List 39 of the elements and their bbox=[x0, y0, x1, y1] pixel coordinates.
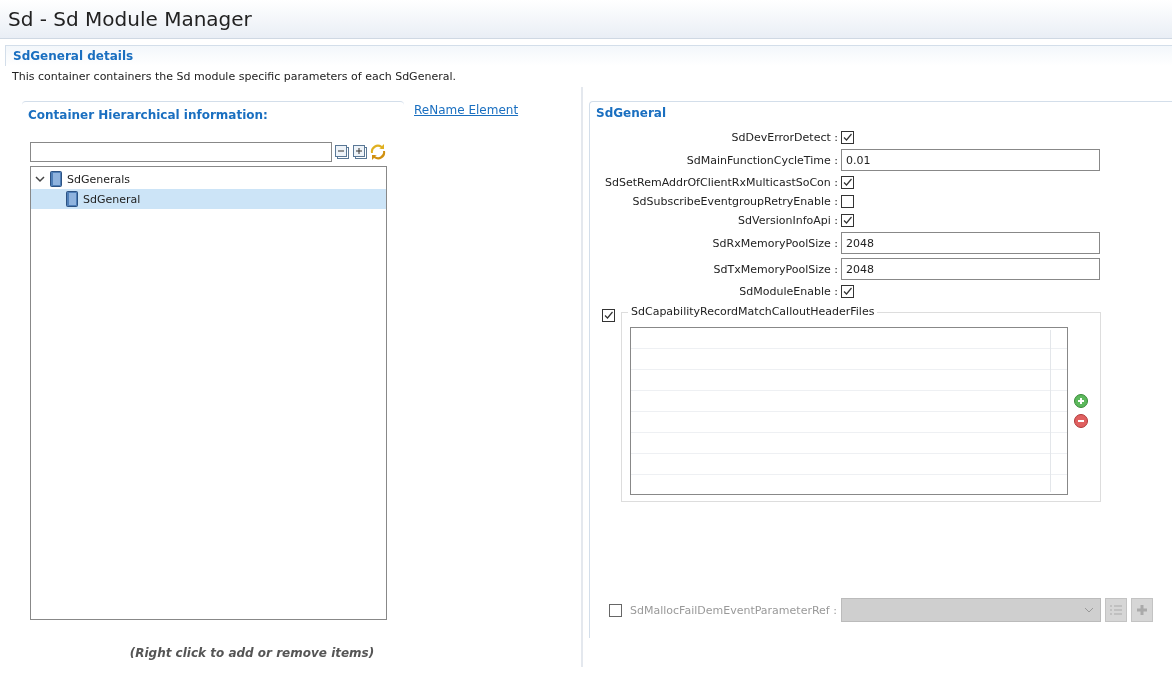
description-text: This container containers the Sd module specific parameters of each SdGeneral. bbox=[11, 69, 457, 85]
parameter-label: SdMallocFailDemEventParameterRef : bbox=[630, 603, 837, 617]
chevron-down-icon[interactable] bbox=[35, 174, 45, 184]
section-title: Container Hierarchical information: bbox=[28, 108, 268, 122]
checkbox[interactable] bbox=[841, 131, 854, 144]
document-icon bbox=[66, 191, 78, 207]
sync-icon[interactable] bbox=[370, 144, 386, 160]
document-icon bbox=[50, 171, 62, 187]
parameter-label: SdMainFunctionCycleTime : bbox=[685, 152, 838, 168]
expand-all-icon[interactable] bbox=[352, 144, 368, 160]
section-title: SdGeneral bbox=[596, 106, 668, 120]
parameter-label: SdModuleEnable : bbox=[738, 284, 838, 299]
parameter-label: SdDevErrorDetect : bbox=[730, 130, 838, 145]
remove-icon[interactable] bbox=[1074, 414, 1088, 428]
tree-item[interactable]: SdGenerals bbox=[31, 169, 386, 189]
checkbox[interactable] bbox=[841, 176, 854, 189]
checkbox[interactable] bbox=[602, 309, 615, 322]
tree-item[interactable]: SdGeneral bbox=[31, 189, 386, 209]
checkbox[interactable] bbox=[841, 214, 854, 227]
checkbox[interactable] bbox=[841, 285, 854, 298]
text-field[interactable]: 0.01 bbox=[841, 149, 1100, 171]
rename-link[interactable]: ReName Element bbox=[414, 103, 519, 117]
collapse-all-icon[interactable] bbox=[334, 144, 350, 160]
text-field[interactable]: 2048 bbox=[841, 232, 1100, 254]
text-field[interactable]: 2048 bbox=[841, 258, 1100, 280]
chevron-down-icon bbox=[1083, 607, 1094, 613]
parameter-label: SdRxMemoryPoolSize : bbox=[711, 235, 838, 251]
window-title: Sd - Sd Module Manager bbox=[8, 7, 252, 31]
parameter-label: SdTxMemoryPoolSize : bbox=[712, 261, 838, 277]
add-icon[interactable] bbox=[1074, 394, 1088, 408]
parameter-label: SdSubscribeEventgroupRetryEnable : bbox=[631, 194, 838, 209]
group-label: SdCapabilityRecordMatchCalloutHeaderFiles bbox=[628, 305, 878, 318]
hint-text: (Right click to add or remove items) bbox=[128, 646, 376, 660]
checkbox[interactable] bbox=[841, 195, 854, 208]
filter-field[interactable] bbox=[30, 142, 332, 162]
plus-icon bbox=[1135, 604, 1148, 616]
parameter-label: SdVersionInfoApi : bbox=[737, 213, 838, 228]
parameter-label: SdSetRemAddrOfClientRxMulticastSoCon : bbox=[603, 175, 838, 190]
section-title: SdGeneral details bbox=[13, 49, 134, 63]
